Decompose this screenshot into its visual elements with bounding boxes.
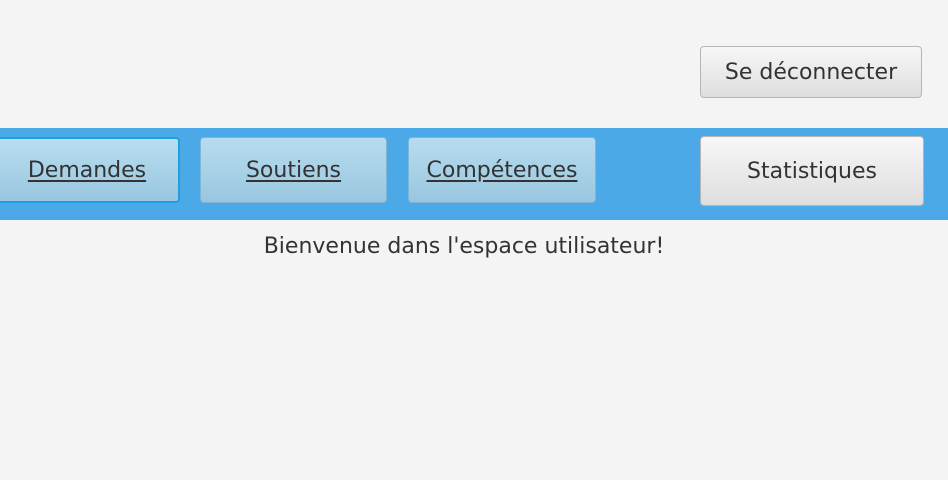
nav-statistiques-button[interactable]: Statistiques bbox=[700, 136, 924, 206]
nav-competences-button[interactable]: Compétences bbox=[408, 137, 596, 203]
nav-soutiens-button[interactable]: Soutiens bbox=[200, 137, 387, 203]
nav-demandes-button[interactable]: Demandes bbox=[0, 137, 180, 203]
logout-button[interactable]: Se déconnecter bbox=[700, 46, 922, 98]
nav-bar: Demandes Soutiens Compétences Statistiqu… bbox=[0, 128, 948, 220]
welcome-message: Bienvenue dans l'espace utilisateur! bbox=[263, 234, 665, 259]
